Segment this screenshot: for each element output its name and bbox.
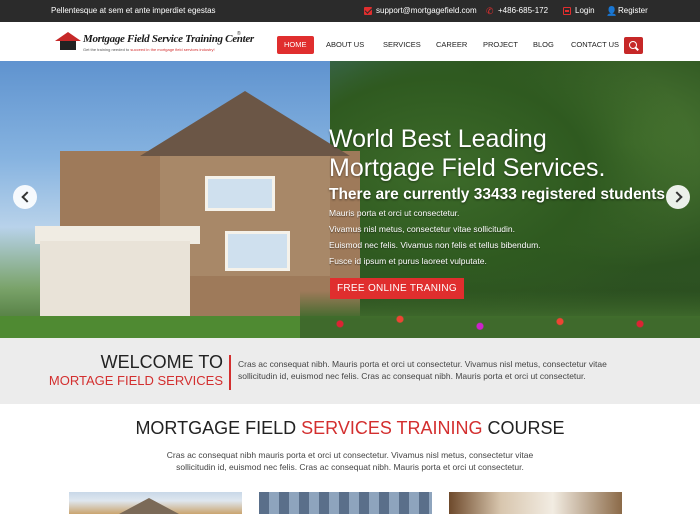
hero-slider: World Best Leading Mortgage Field Servic…	[0, 61, 700, 338]
user-icon: 👤	[606, 5, 618, 16]
course-thumbnail[interactable]	[69, 492, 242, 514]
nav-blog[interactable]: BLOG	[533, 36, 554, 54]
nav-services[interactable]: SERVICES	[383, 36, 421, 54]
mail-icon	[364, 6, 372, 15]
course-thumbnail[interactable]	[259, 492, 432, 514]
phone-icon: ✆	[486, 5, 494, 16]
nav-career[interactable]: CAREER	[436, 36, 467, 54]
free-online-training-button[interactable]: FREE ONLINE TRANING	[330, 278, 464, 299]
hero-text-line: Fusce id ipsum et purus laoreet vulputat…	[329, 256, 487, 266]
hero-headline-line1: World Best Leading	[329, 125, 547, 153]
nav-home[interactable]: HOME	[277, 36, 314, 54]
nav-project[interactable]: PROJECT	[483, 36, 518, 54]
login-icon	[563, 6, 571, 15]
course-description: Cras ac consequat nibh mauris porta et o…	[166, 450, 534, 472]
email-link[interactable]: support@mortgagefield.com	[364, 6, 477, 15]
phone-text[interactable]: +486-685-172	[498, 6, 548, 15]
welcome-divider	[229, 355, 231, 390]
welcome-text: Cras ac consequat nibh. Mauris porta et …	[238, 359, 607, 381]
register-text[interactable]: Register	[618, 6, 648, 15]
hero-subheadline: There are currently 33433 registered stu…	[329, 186, 665, 203]
hero-headline-line2: Mortgage Field Services.	[329, 154, 606, 182]
hero-text-line: Euismod nec felis. Vivamus non felis et …	[329, 240, 541, 250]
welcome-section: WELCOME TO MORTAGE FIELD SERVICES Cras a…	[0, 338, 700, 404]
top-bar: Pellentesque at sem et ante imperdiet eg…	[0, 0, 700, 22]
course-title-part2: COURSE	[482, 418, 565, 438]
hero-house-roof	[140, 91, 350, 156]
hero-house-window	[205, 176, 275, 211]
hero-porch	[40, 241, 190, 321]
course-title-highlight: SERVICES TRAINING	[301, 418, 483, 438]
course-section: MORTGAGE FIELD SERVICES TRAINING COURSE …	[0, 404, 700, 514]
main-nav: HOME ABOUT US SERVICES CAREER PROJECT BL…	[0, 36, 700, 54]
nav-contact-us[interactable]: CONTACT US	[571, 36, 619, 54]
hero-text-line: Mauris porta et orci ut consectetur.	[329, 208, 460, 218]
welcome-subtitle: MORTAGE FIELD SERVICES	[48, 373, 223, 388]
course-thumbnail[interactable]	[449, 492, 622, 514]
register-link[interactable]: 👤 Register	[606, 6, 648, 15]
login-text[interactable]: Login	[575, 6, 595, 15]
login-link[interactable]: Login	[563, 6, 595, 15]
nav-about-us[interactable]: ABOUT US	[326, 36, 364, 54]
course-title-part1: MORTGAGE FIELD	[135, 418, 302, 438]
search-icon[interactable]	[624, 37, 643, 54]
slider-next-arrow-icon[interactable]	[666, 185, 690, 209]
welcome-title: WELCOME TO	[100, 352, 223, 372]
phone-link[interactable]: ✆ +486-685-172	[486, 6, 548, 15]
email-text[interactable]: support@mortgagefield.com	[376, 6, 477, 15]
slider-prev-arrow-icon[interactable]	[13, 185, 37, 209]
hero-headline: World Best Leading Mortgage Field Servic…	[329, 125, 606, 183]
hero-text-line: Vivamus nisl metus, consectetur vitae so…	[329, 224, 515, 234]
top-tagline: Pellentesque at sem et ante imperdiet eg…	[51, 6, 216, 15]
course-title: MORTGAGE FIELD SERVICES TRAINING COURSE	[0, 418, 700, 439]
hero-house-window	[225, 231, 290, 271]
